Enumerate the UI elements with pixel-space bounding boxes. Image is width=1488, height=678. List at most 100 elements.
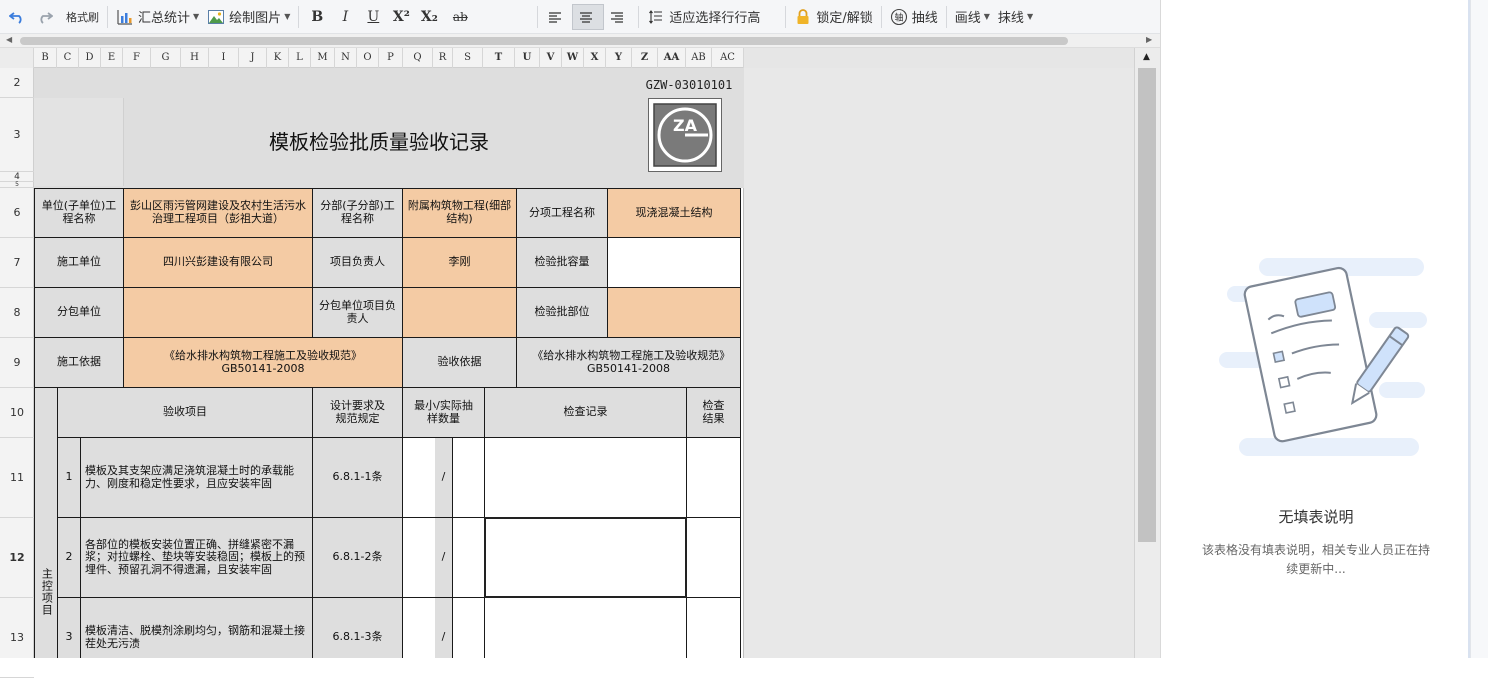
superscript-button[interactable]: X² [390,4,412,30]
column-header[interactable]: AB [686,48,712,68]
subitem-value[interactable]: 现浇混凝土结构 [607,188,741,238]
column-header[interactable]: M [311,48,335,68]
redo-button[interactable] [32,4,62,30]
item-min-sample[interactable] [402,517,436,598]
column-header[interactable]: Z [632,48,658,68]
strikethrough-button[interactable]: ab [446,4,474,30]
column-header[interactable]: L [289,48,311,68]
lock-unlock-button[interactable]: 锁定/解锁 [790,4,876,30]
location-value[interactable] [607,287,741,338]
column-header[interactable]: B [34,48,57,68]
column-header[interactable]: AA [658,48,686,68]
column-header[interactable]: V [540,48,562,68]
column-header[interactable]: S [453,48,483,68]
row-header[interactable]: 10 [0,388,34,438]
builder-value[interactable]: 四川兴彭建设有限公司 [123,237,313,288]
align-center-button[interactable] [572,3,605,30]
column-header[interactable]: E [101,48,123,68]
item-actual-sample[interactable] [452,517,485,598]
column-header[interactable]: O [357,48,379,68]
scrollbar-thumb[interactable] [20,37,1068,45]
format-painter-button[interactable]: 格式刷 [62,4,103,30]
italic-button[interactable]: I [334,4,356,30]
horizontal-scrollbar[interactable]: ◀ ▶ [0,34,1160,48]
row-header[interactable]: 7 [0,238,34,288]
spreadsheet-app: 格式刷 汇总统计 ▼ 绘制图片 ▼ B I U X² X₂ ab 适应选择行行高… [0,0,1488,678]
scroll-up-icon[interactable]: ▲ [1143,52,1150,62]
align-left-icon [546,8,564,26]
bold-button[interactable]: B [306,4,328,30]
item-actual-sample[interactable] [452,597,485,658]
header-design: 设计要求及规范规定 [312,387,403,438]
row-header[interactable]: 8 [0,288,34,338]
manager-value[interactable]: 李刚 [402,237,517,288]
sheet-grid[interactable]: GZW-03010101 模板检验批质量验收记录 ZA 单位(子单位)工程名称 … [34,68,1134,658]
erase-line-label: 抹线 [997,11,1024,26]
form-code: GZW-03010101 [645,78,733,92]
autofit-row-height-button[interactable]: 适应选择行行高 [643,4,781,30]
align-right-button[interactable] [604,4,634,30]
item-result[interactable] [686,517,741,598]
row-header[interactable]: 12 [0,518,34,598]
draw-line-button[interactable]: 画线 ▼ [951,4,994,30]
column-header[interactable]: G [151,48,181,68]
item-result[interactable] [686,597,741,658]
main-control-label: 主控项目 [34,387,58,658]
row-header[interactable]: 13 [0,598,34,678]
scroll-right-icon[interactable]: ▶ [1146,35,1152,44]
row-header[interactable]: 9 [0,338,34,388]
item-ref: 6.8.1-3条 [312,597,403,658]
subcontractor-manager-value[interactable] [402,287,517,338]
accept-basis-value[interactable]: 《给水排水构筑物工程施工及验收规范》GB50141-2008 [516,337,741,388]
item-actual-sample[interactable] [452,437,485,518]
row-header[interactable]: 2 [0,68,34,98]
row-header[interactable]: 3 [0,98,34,172]
column-header[interactable]: H [181,48,209,68]
column-header[interactable]: F [123,48,151,68]
vertical-scrollbar[interactable]: ▲ [1134,48,1160,658]
basis-value[interactable]: 《给水排水构筑物工程施工及验收规范》GB50141-2008 [123,337,403,388]
capacity-value[interactable] [607,237,741,288]
column-header[interactable]: N [335,48,357,68]
column-header[interactable]: C [57,48,79,68]
division-value[interactable]: 附属构筑物工程(细部结构) [402,188,517,238]
pull-line-button[interactable]: 轴 抽线 [886,4,942,30]
scroll-left-icon[interactable]: ◀ [6,35,12,44]
unit-value[interactable]: 彭山区雨污管网建设及农村生活污水治理工程项目（彭祖大道） [123,188,313,238]
column-header[interactable]: K [267,48,289,68]
scrollbar-thumb[interactable] [1138,68,1156,542]
row-header[interactable]: 6 [0,188,34,238]
form-sheet[interactable]: GZW-03010101 模板检验批质量验收记录 ZA 单位(子单位)工程名称 … [34,68,744,658]
column-header[interactable]: Y [606,48,632,68]
selected-cell[interactable] [484,517,687,598]
divider [785,5,787,28]
item-record[interactable] [484,437,687,518]
erase-line-button[interactable]: 抹线 ▼ [994,4,1037,30]
item-record[interactable] [484,597,687,658]
subscript-button[interactable]: X₂ [418,4,440,30]
column-header[interactable]: I [209,48,239,68]
column-header[interactable]: D [79,48,101,68]
column-header[interactable]: T [483,48,515,68]
summary-stats-button[interactable]: 汇总统计 ▼ [112,4,203,30]
underline-button[interactable]: U [362,4,384,30]
draw-image-button[interactable]: 绘制图片 ▼ [203,4,294,30]
column-header[interactable]: U [515,48,540,68]
select-all-corner[interactable] [0,48,34,68]
column-header[interactable]: P [379,48,403,68]
header-record: 检查记录 [484,387,687,438]
column-header[interactable]: X [584,48,606,68]
subcontractor-value[interactable] [123,287,313,338]
item-min-sample[interactable] [402,437,436,518]
item-result[interactable] [686,437,741,518]
undo-button[interactable] [0,4,32,30]
column-header[interactable]: R [433,48,453,68]
column-header[interactable]: AC [712,48,744,68]
item-min-sample[interactable] [402,597,436,658]
column-header[interactable]: Q [403,48,433,68]
align-left-button[interactable] [542,4,572,30]
za-logo: ZA [648,98,722,172]
row-header[interactable]: 11 [0,438,34,518]
column-header[interactable]: J [239,48,267,68]
column-header[interactable]: W [562,48,584,68]
